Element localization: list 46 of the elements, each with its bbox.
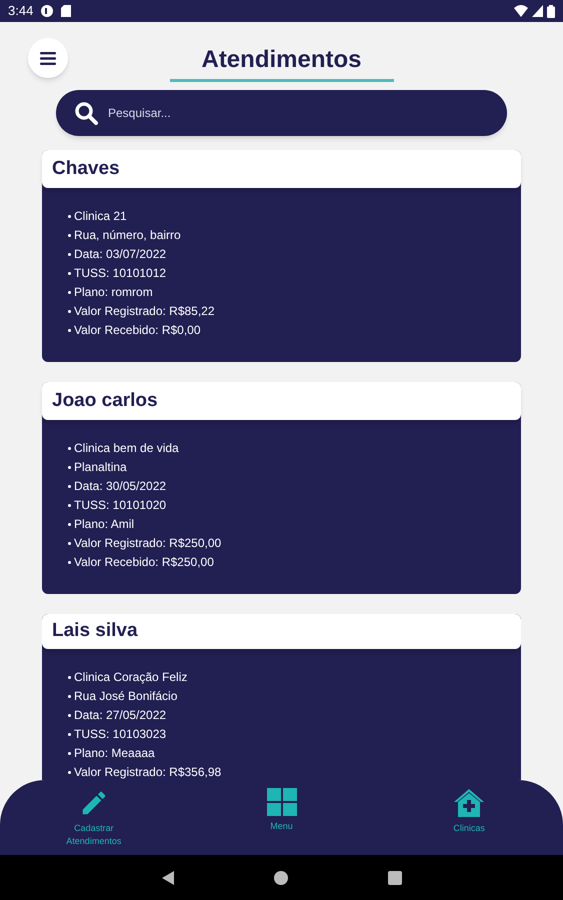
- search-icon: [74, 101, 98, 125]
- patient-name: Chaves: [52, 156, 120, 181]
- nav-item[interactable]: Cadastrar Atendimentos: [0, 780, 188, 855]
- search-field[interactable]: Pesquisar...: [108, 104, 489, 122]
- home-icon[interactable]: [274, 870, 288, 884]
- notification-icon: [41, 5, 54, 17]
- card-detail: Data: 03/07/2022: [74, 246, 166, 262]
- patient-name: Joao carlos: [52, 388, 158, 413]
- card-detail: Planaltina: [74, 459, 127, 475]
- page-title: Atendimentos: [201, 44, 362, 74]
- card-detail: TUSS: 10101020: [74, 497, 166, 513]
- card-detail: Data: 30/05/2022: [74, 478, 166, 494]
- status-time: 3:44: [8, 2, 34, 20]
- search-field[interactable]: Pesquisar...: [56, 90, 507, 136]
- appointment-card[interactable]: Joao carlos Clinica bem de vida Planaltina Data: 30/05/2022 TUSS: 10101020 Plano: Amil Valor Registrado: R$250,00 Valor Recebido: R$250,00: [42, 382, 521, 594]
- recents-icon[interactable]: [388, 870, 402, 884]
- appointment-card[interactable]: Chaves Clinica 21 Rua, número, bairro Data: 03/07/2022 TUSS: 10101012 Plano: romrom Valor Registrado: R$85,22 Valor Recebido: R$0,00: [42, 150, 521, 362]
- house-plus-icon: [453, 788, 486, 818]
- card-detail: TUSS: 10101012: [74, 265, 166, 281]
- menu-icon: [40, 52, 56, 64]
- grid-icon: [266, 788, 296, 816]
- card-detail: Clinica bem de vida: [74, 440, 179, 456]
- card-detail: TUSS: 10103023: [74, 726, 166, 742]
- card-detail: Valor Recebido: R$0,00: [74, 322, 201, 338]
- card-detail: Valor Registrado: R$85,22: [74, 303, 215, 319]
- sd-card-icon: [61, 5, 72, 17]
- battery-icon: [547, 4, 555, 18]
- card-detail: Plano: romrom: [74, 284, 153, 300]
- back-icon[interactable]: [162, 870, 174, 884]
- card-detail: Rua, número, bairro: [74, 227, 181, 243]
- patient-name: Lais silva: [52, 619, 138, 644]
- card-detail: Data: 27/05/2022: [74, 707, 166, 723]
- card-detail: Clinica 21: [74, 208, 127, 224]
- card-detail: Plano: Meaaaa: [74, 745, 155, 761]
- signal-icon: [532, 5, 543, 17]
- card-detail: Valor Recebido: R$250,00: [74, 554, 214, 570]
- appointment-card[interactable]: Lais silva Clinica Coração Feliz Rua José Bonifácio Data: 27/05/2022 TUSS: 10103023 Plano: Meaaaa Valor Registrado: R$356,98: [42, 614, 521, 780]
- card-detail: Plano: Amil: [74, 516, 134, 532]
- card-detail: Valor Registrado: R$250,00: [74, 535, 222, 551]
- menu-button[interactable]: [28, 38, 68, 78]
- wifi-icon: [514, 5, 528, 17]
- card-detail: Valor Registrado: R$356,98: [74, 764, 222, 780]
- card-detail: Rua José Bonifácio: [74, 688, 178, 704]
- card-detail: Clinica Coração Feliz: [74, 669, 188, 685]
- nav-item[interactable]: Clinicas: [375, 780, 563, 855]
- nav-item[interactable]: Menu: [188, 780, 376, 855]
